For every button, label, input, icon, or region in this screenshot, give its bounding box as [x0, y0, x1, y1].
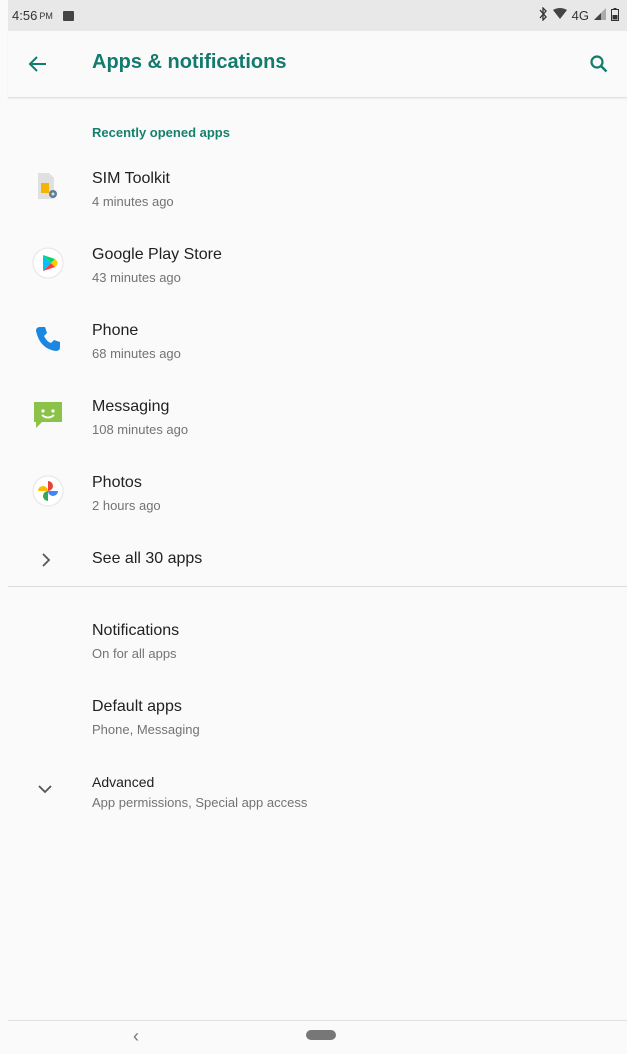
search-icon[interactable] [587, 52, 611, 76]
status-time: 4:56 [12, 8, 38, 23]
page-title: Apps & notifications [92, 51, 287, 73]
see-all-apps-label: See all 30 apps [92, 550, 203, 567]
network-type-label: 4G [571, 8, 589, 23]
chevron-right-icon [38, 550, 54, 575]
status-bar: 4:56 PM 4G [8, 0, 627, 31]
app-bar: Apps & notifications [8, 31, 627, 98]
status-ampm: PM [39, 10, 53, 21]
wifi-icon [552, 8, 567, 23]
photos-icon [32, 475, 64, 507]
recent-app-play-store[interactable]: Google Play Store 43 minutes ago [8, 233, 627, 309]
bluetooth-icon [538, 6, 548, 24]
app-last-opened: 2 hours ago [92, 498, 161, 513]
sim-toolkit-icon [32, 170, 64, 202]
section-divider [8, 586, 627, 587]
setting-summary: App permissions, Special app access [92, 795, 308, 810]
app-name: Google Play Store [92, 246, 222, 263]
app-name: Photos [92, 474, 142, 491]
battery-icon [611, 7, 619, 24]
recent-app-phone[interactable]: Phone 68 minutes ago [8, 309, 627, 385]
recent-app-messaging[interactable]: Messaging 108 minutes ago [8, 385, 627, 461]
app-last-opened: 108 minutes ago [92, 422, 189, 437]
notifications-setting[interactable]: Notifications On for all apps [8, 610, 627, 682]
default-apps-setting[interactable]: Default apps Phone, Messaging [8, 686, 627, 758]
see-all-apps-button[interactable]: See all 30 apps [8, 537, 627, 585]
recent-app-sim-toolkit[interactable]: SIM Toolkit 4 minutes ago [8, 157, 627, 233]
signal-icon [594, 8, 606, 23]
recent-apps-header: Recently opened apps [92, 125, 230, 140]
setting-summary: Phone, Messaging [92, 722, 200, 737]
chevron-down-icon [35, 782, 55, 801]
setting-title: Advanced [92, 774, 155, 790]
recent-app-photos[interactable]: Photos 2 hours ago [8, 461, 627, 537]
setting-summary: On for all apps [92, 646, 177, 661]
nav-back-icon[interactable]: ‹ [133, 1026, 139, 1047]
setting-title: Default apps [92, 698, 182, 715]
back-arrow-icon[interactable] [26, 52, 50, 76]
nav-home-pill-icon[interactable] [306, 1030, 336, 1040]
messaging-icon [32, 398, 64, 430]
image-notification-icon [62, 10, 74, 21]
app-last-opened: 68 minutes ago [92, 346, 181, 361]
app-last-opened: 43 minutes ago [92, 270, 181, 285]
play-store-icon [32, 247, 64, 279]
app-name: SIM Toolkit [92, 170, 170, 187]
setting-title: Notifications [92, 622, 180, 639]
app-name: Phone [92, 322, 139, 339]
app-name: Messaging [92, 398, 170, 415]
phone-icon [32, 323, 64, 355]
navigation-bar: ‹ [8, 1020, 627, 1054]
status-icons: 4G [538, 6, 619, 24]
app-last-opened: 4 minutes ago [92, 194, 174, 209]
advanced-setting[interactable]: Advanced App permissions, Special app ac… [8, 762, 627, 824]
